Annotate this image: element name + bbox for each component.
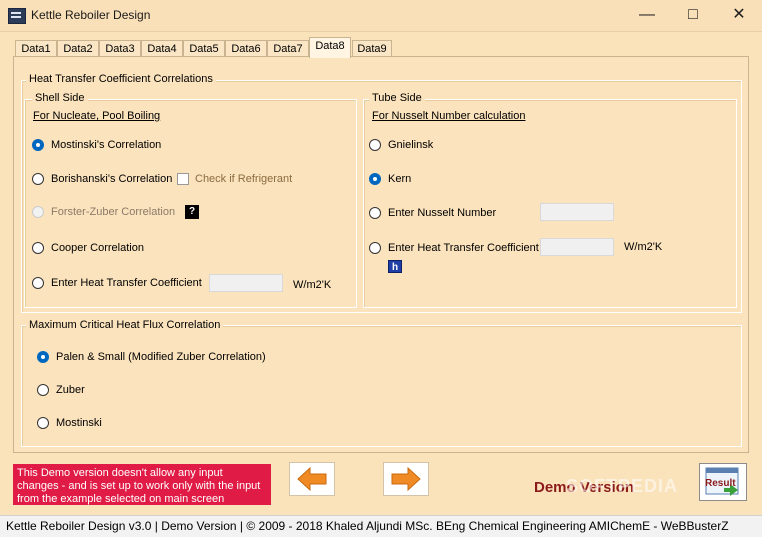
- shell-htc-input[interactable]: [209, 274, 283, 292]
- result-button[interactable]: Result: [699, 463, 747, 501]
- chf-group: [21, 325, 742, 447]
- label-kern: Kern: [388, 173, 412, 185]
- tube-htc-unit: W/m2'K: [624, 241, 663, 253]
- chf-group-title: Maximum Critical Heat Flux Correlation: [26, 319, 224, 331]
- radio-zuber[interactable]: [37, 384, 49, 396]
- shell-htc-unit: W/m2'K: [293, 279, 332, 291]
- radio-palen-small[interactable]: [37, 351, 49, 363]
- tube-side-title: Tube Side: [369, 92, 425, 104]
- radio-chf-mostinski[interactable]: [37, 417, 49, 429]
- window-title: Kettle Reboiler Design: [31, 8, 151, 22]
- title-bar: Kettle Reboiler Design — □ ✕: [0, 0, 762, 32]
- minimize-button[interactable]: —: [624, 0, 670, 31]
- radio-gnielinsk[interactable]: [369, 139, 381, 151]
- arrow-right-icon: [391, 466, 421, 492]
- radio-kern[interactable]: [369, 173, 381, 185]
- result-label: Result: [705, 478, 736, 489]
- label-palen-small: Palen & Small (Modified Zuber Correlatio…: [56, 351, 266, 363]
- watermark: SOFTPEDIA: [566, 476, 679, 496]
- shell-side-title: Shell Side: [32, 92, 88, 104]
- tab-data8[interactable]: Data8: [309, 37, 351, 58]
- close-button[interactable]: ✕: [716, 0, 762, 31]
- app-icon: [8, 8, 26, 24]
- label-chf-mostinski: Mostinski: [56, 417, 102, 429]
- arrow-left-icon: [297, 466, 327, 492]
- back-button[interactable]: [289, 462, 335, 496]
- tab-data1[interactable]: Data1: [15, 40, 57, 57]
- status-bar: Kettle Reboiler Design v3.0 | Demo Versi…: [0, 515, 762, 537]
- tab-data7[interactable]: Data7: [267, 40, 309, 57]
- tab-data2[interactable]: Data2: [57, 40, 99, 57]
- tab-data3[interactable]: Data3: [99, 40, 141, 57]
- radio-mostinski[interactable]: [32, 139, 44, 151]
- tube-htc-input[interactable]: [540, 238, 614, 256]
- h-icon[interactable]: h: [388, 260, 402, 273]
- label-cooper: Cooper Correlation: [51, 242, 144, 254]
- nusselt-input[interactable]: [540, 203, 614, 221]
- tab-data5[interactable]: Data5: [183, 40, 225, 57]
- label-shell-enter-htc: Enter Heat Transfer Coefficient: [51, 277, 202, 289]
- tube-side-link[interactable]: For Nusselt Number calculation: [372, 110, 525, 122]
- status-text: Kettle Reboiler Design v3.0 | Demo Versi…: [6, 519, 729, 533]
- refrigerant-label: Check if Refrigerant: [195, 173, 293, 185]
- radio-tube-enter-htc[interactable]: [369, 242, 381, 254]
- shell-side-link[interactable]: For Nucleate, Pool Boiling: [33, 110, 160, 122]
- label-gnielinsk: Gnielinsk: [388, 139, 434, 151]
- tab-data9[interactable]: Data9: [352, 40, 392, 57]
- label-enter-nusselt: Enter Nusselt Number: [388, 207, 497, 219]
- help-icon[interactable]: ?: [185, 205, 199, 219]
- label-forster-zuber: Forster-Zuber Correlation: [51, 206, 176, 218]
- radio-shell-enter-htc[interactable]: [32, 277, 44, 289]
- demo-note: This Demo version doesn't allow any inpu…: [13, 464, 271, 505]
- radio-cooper[interactable]: [32, 242, 44, 254]
- tab-data6[interactable]: Data6: [225, 40, 267, 57]
- maximize-button[interactable]: □: [670, 0, 716, 31]
- radio-borishanski[interactable]: [32, 173, 44, 185]
- refrigerant-checkbox[interactable]: [177, 173, 189, 185]
- tab-data4[interactable]: Data4: [141, 40, 183, 57]
- next-button[interactable]: [383, 462, 429, 496]
- radio-enter-nusselt[interactable]: [369, 207, 381, 219]
- htc-group-title: Heat Transfer Coefficient Correlations: [26, 73, 216, 85]
- label-borishanski: Borishanski's Correlation: [51, 173, 173, 185]
- label-mostinski: Mostinski's Correlation: [51, 139, 162, 151]
- radio-forster-zuber[interactable]: [32, 206, 44, 218]
- label-tube-enter-htc: Enter Heat Transfer Coefficient: [388, 242, 539, 254]
- label-zuber: Zuber: [56, 384, 85, 396]
